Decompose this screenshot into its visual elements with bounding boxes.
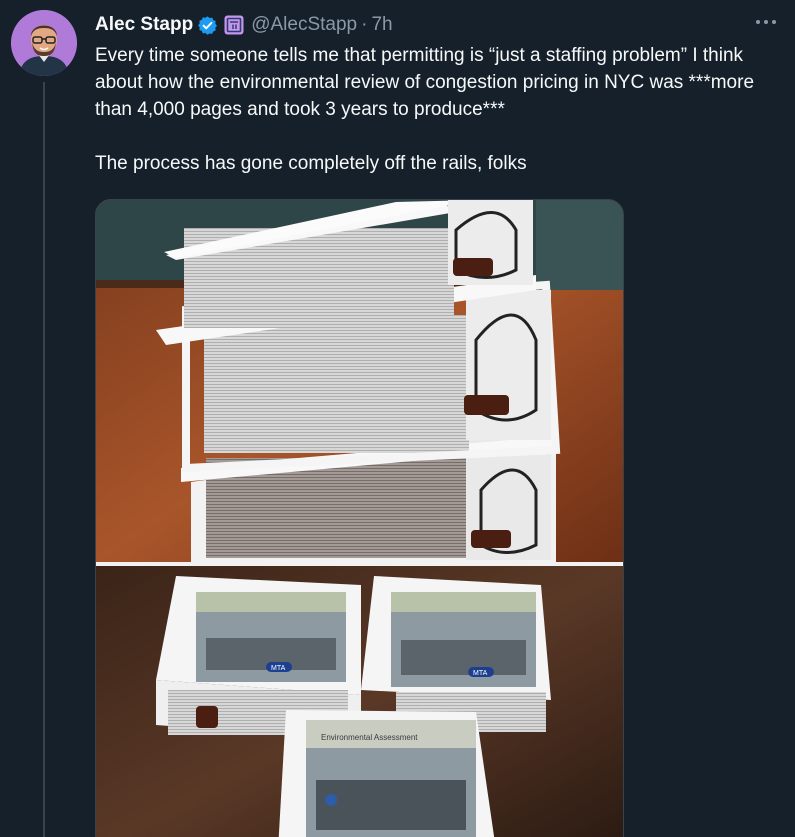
handle[interactable]: @AlecStapp [251,14,357,36]
binders-photo: Environmental Assessment MTA MTA [96,200,623,837]
binder-cover-title: Environmental Assessment [321,733,418,742]
timestamp[interactable]: 7h [371,14,392,36]
tweet-paragraph-2: The process has gone completely off the … [95,153,527,174]
mta-logo-right: MTA [473,670,488,677]
tweet-paragraph-1: Every time someone tells me that permitt… [95,45,755,120]
tweet-photo[interactable]: Environmental Assessment MTA MTA [95,199,624,837]
separator-dot: · [361,14,368,35]
thread-line [43,82,45,837]
tweet-header: Alec Stapp @AlecStapp · 7h [95,12,393,38]
verified-badge-icon [197,15,218,36]
mta-logo-left: MTA [271,665,286,672]
tweet[interactable]: Alec Stapp @AlecStapp · 7h Every time so… [0,0,795,837]
affiliation-badge-icon[interactable] [224,15,244,35]
avatar-illustration [11,10,77,76]
tweet-text: Every time someone tells me that permitt… [95,42,785,177]
avatar[interactable] [11,10,77,76]
more-options-icon[interactable] [753,12,779,32]
display-name[interactable]: Alec Stapp [95,14,193,36]
